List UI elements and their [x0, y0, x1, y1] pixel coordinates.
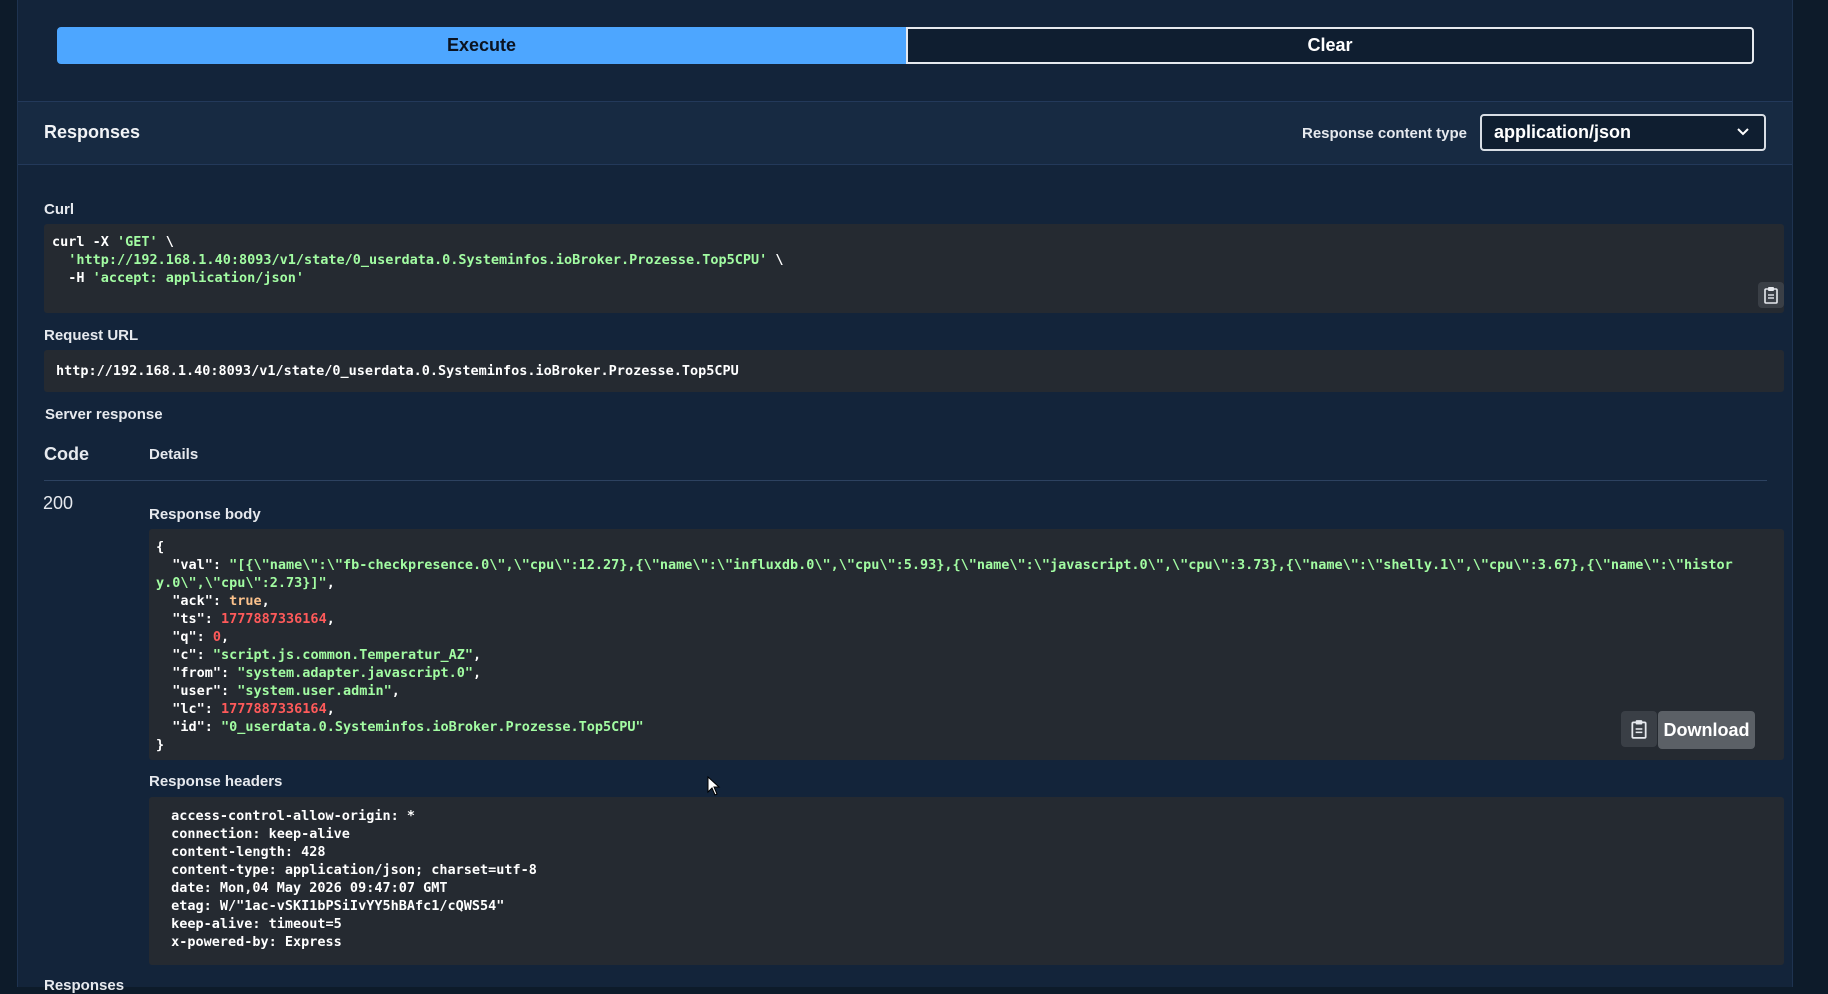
- json-punct: ,: [326, 701, 335, 717]
- header-line: x-powered-by: Express: [163, 934, 350, 950]
- json-punct: ,: [473, 647, 482, 663]
- json-line: "ack": true,: [156, 592, 1733, 610]
- json-punct: ,: [326, 575, 335, 591]
- curl-line3-header: 'accept: application/json': [92, 270, 304, 286]
- execute-clear-buttons: Execute Clear: [57, 27, 1754, 64]
- json-key: "val":: [156, 557, 230, 573]
- header-line: etag: W/"1ac-vSKI1bPSiIvYY5hBAfc1/cQWS54…: [163, 898, 513, 914]
- json-key: "id":: [156, 719, 222, 735]
- json-line: "id": "0_userdata.0.Systeminfos.ioBroker…: [156, 718, 1733, 736]
- json-line: "lc": 1777887336164,: [156, 700, 1733, 718]
- responses-title: Responses: [44, 122, 141, 142]
- response-body-json: { "val": "[{\"name\":\"fb-checkpresence.…: [156, 538, 1733, 754]
- json-line: "val": "[{\"name\":\"fb-checkpresence.0\…: [156, 556, 1733, 574]
- clipboard-icon: [1764, 287, 1778, 304]
- json-line: "q": 0,: [156, 628, 1733, 646]
- json-key: "lc":: [156, 701, 222, 717]
- header-line: access-control-allow-origin: *: [163, 808, 424, 824]
- curl-line3-flag: -H: [52, 270, 93, 286]
- curl-line1-cmd: curl -X: [52, 234, 118, 250]
- json-punct: ,: [326, 611, 335, 627]
- json-key: "ack":: [156, 593, 230, 609]
- responses-footer-label: Responses: [44, 977, 125, 994]
- responses-header: Responses Response content type applicat…: [18, 101, 1792, 165]
- json-line: "user": "system.user.admin",: [156, 682, 1733, 700]
- json-value: 1777887336164: [221, 611, 327, 627]
- json-key: "from":: [156, 665, 238, 681]
- response-headers-block: access-control-allow-origin: * connectio…: [149, 797, 1784, 965]
- response-headers-text: access-control-allow-origin: * connectio…: [163, 807, 545, 951]
- json-value: "script.js.common.Temperatur_AZ": [212, 647, 473, 663]
- copy-response-button[interactable]: [1621, 711, 1657, 747]
- server-response-label: Server response: [45, 406, 163, 423]
- curl-line2-url: 'http://192.168.1.40:8093/v1/state/0_use…: [68, 252, 768, 268]
- json-open-brace: {: [156, 539, 165, 555]
- curl-line2-end: \: [767, 252, 784, 268]
- response-content-type-value: application/json: [1494, 122, 1632, 142]
- curl-code-block: curl -X 'GET' \ 'http://192.168.1.40:809…: [44, 224, 1784, 313]
- json-value: "system.user.admin": [237, 683, 392, 699]
- json-punct: ,: [391, 683, 400, 699]
- response-content-type-select[interactable]: application/json: [1480, 114, 1766, 151]
- json-line: "c": "script.js.common.Temperatur_AZ",: [156, 646, 1733, 664]
- json-key: "ts":: [156, 611, 222, 627]
- download-button[interactable]: Download: [1658, 711, 1755, 749]
- json-value: 1777887336164: [221, 701, 327, 717]
- json-value: true: [229, 593, 262, 609]
- json-key: "user":: [156, 683, 238, 699]
- response-content-type-label: Response content type: [1302, 125, 1468, 142]
- copy-curl-button[interactable]: [1758, 282, 1784, 308]
- curl-line1-method: 'GET': [117, 234, 158, 250]
- json-key: "c":: [156, 647, 213, 663]
- execute-button[interactable]: Execute: [57, 27, 906, 64]
- response-body-label: Response body: [149, 506, 261, 523]
- curl-line2-indent: [52, 252, 68, 268]
- curl-text: curl -X 'GET' \ 'http://192.168.1.40:809…: [52, 233, 784, 287]
- clipboard-icon: [1631, 720, 1647, 739]
- json-punct: ,: [221, 629, 230, 645]
- json-punct: ,: [261, 593, 270, 609]
- code-column-header: Code: [44, 444, 89, 464]
- json-line: "from": "system.adapter.javascript.0",: [156, 664, 1733, 682]
- json-punct: ,: [472, 665, 482, 681]
- header-line: connection: keep-alive: [163, 826, 359, 842]
- chevron-down-icon: [1737, 128, 1749, 136]
- request-url-label: Request URL: [44, 327, 139, 344]
- json-value: y.0\",\"cpu\":2.73}]": [156, 575, 327, 591]
- json-value: "system.adapter.javascript.0": [237, 665, 473, 681]
- json-close-brace: }: [156, 737, 165, 753]
- request-url-block: http://192.168.1.40:8093/v1/state/0_user…: [44, 350, 1784, 392]
- header-line: content-length: 428: [163, 844, 334, 860]
- json-line: y.0\",\"cpu\":2.73}]",: [156, 574, 1733, 592]
- operation-panel: Execute Clear Responses Response content…: [17, 0, 1793, 994]
- mouse-cursor-icon: [707, 776, 721, 796]
- response-table-divider: [44, 480, 1767, 481]
- header-line: content-type: application/json; charset=…: [163, 862, 546, 878]
- json-value: "[{\"name\":\"fb-checkpresence.0\",\"cpu…: [229, 557, 1733, 573]
- response-status-code: 200: [43, 493, 74, 513]
- clear-button[interactable]: Clear: [906, 27, 1754, 64]
- json-key: "q":: [156, 629, 213, 645]
- response-body-block: { "val": "[{\"name\":\"fb-checkpresence.…: [149, 529, 1784, 760]
- request-url-value: http://192.168.1.40:8093/v1/state/0_user…: [56, 363, 739, 379]
- json-line: "ts": 1777887336164,: [156, 610, 1733, 628]
- curl-label: Curl: [44, 201, 74, 218]
- json-value: "0_userdata.0.Systeminfos.ioBroker.Proze…: [221, 719, 644, 735]
- header-line: keep-alive: timeout=5: [163, 916, 350, 932]
- response-headers-label: Response headers: [149, 773, 283, 790]
- json-value: 0: [212, 629, 222, 645]
- header-line: date: Mon,04 May 2026 09:47:07 GMT: [163, 880, 456, 896]
- details-column-header: Details: [149, 446, 199, 463]
- curl-line1-end: \: [157, 234, 174, 250]
